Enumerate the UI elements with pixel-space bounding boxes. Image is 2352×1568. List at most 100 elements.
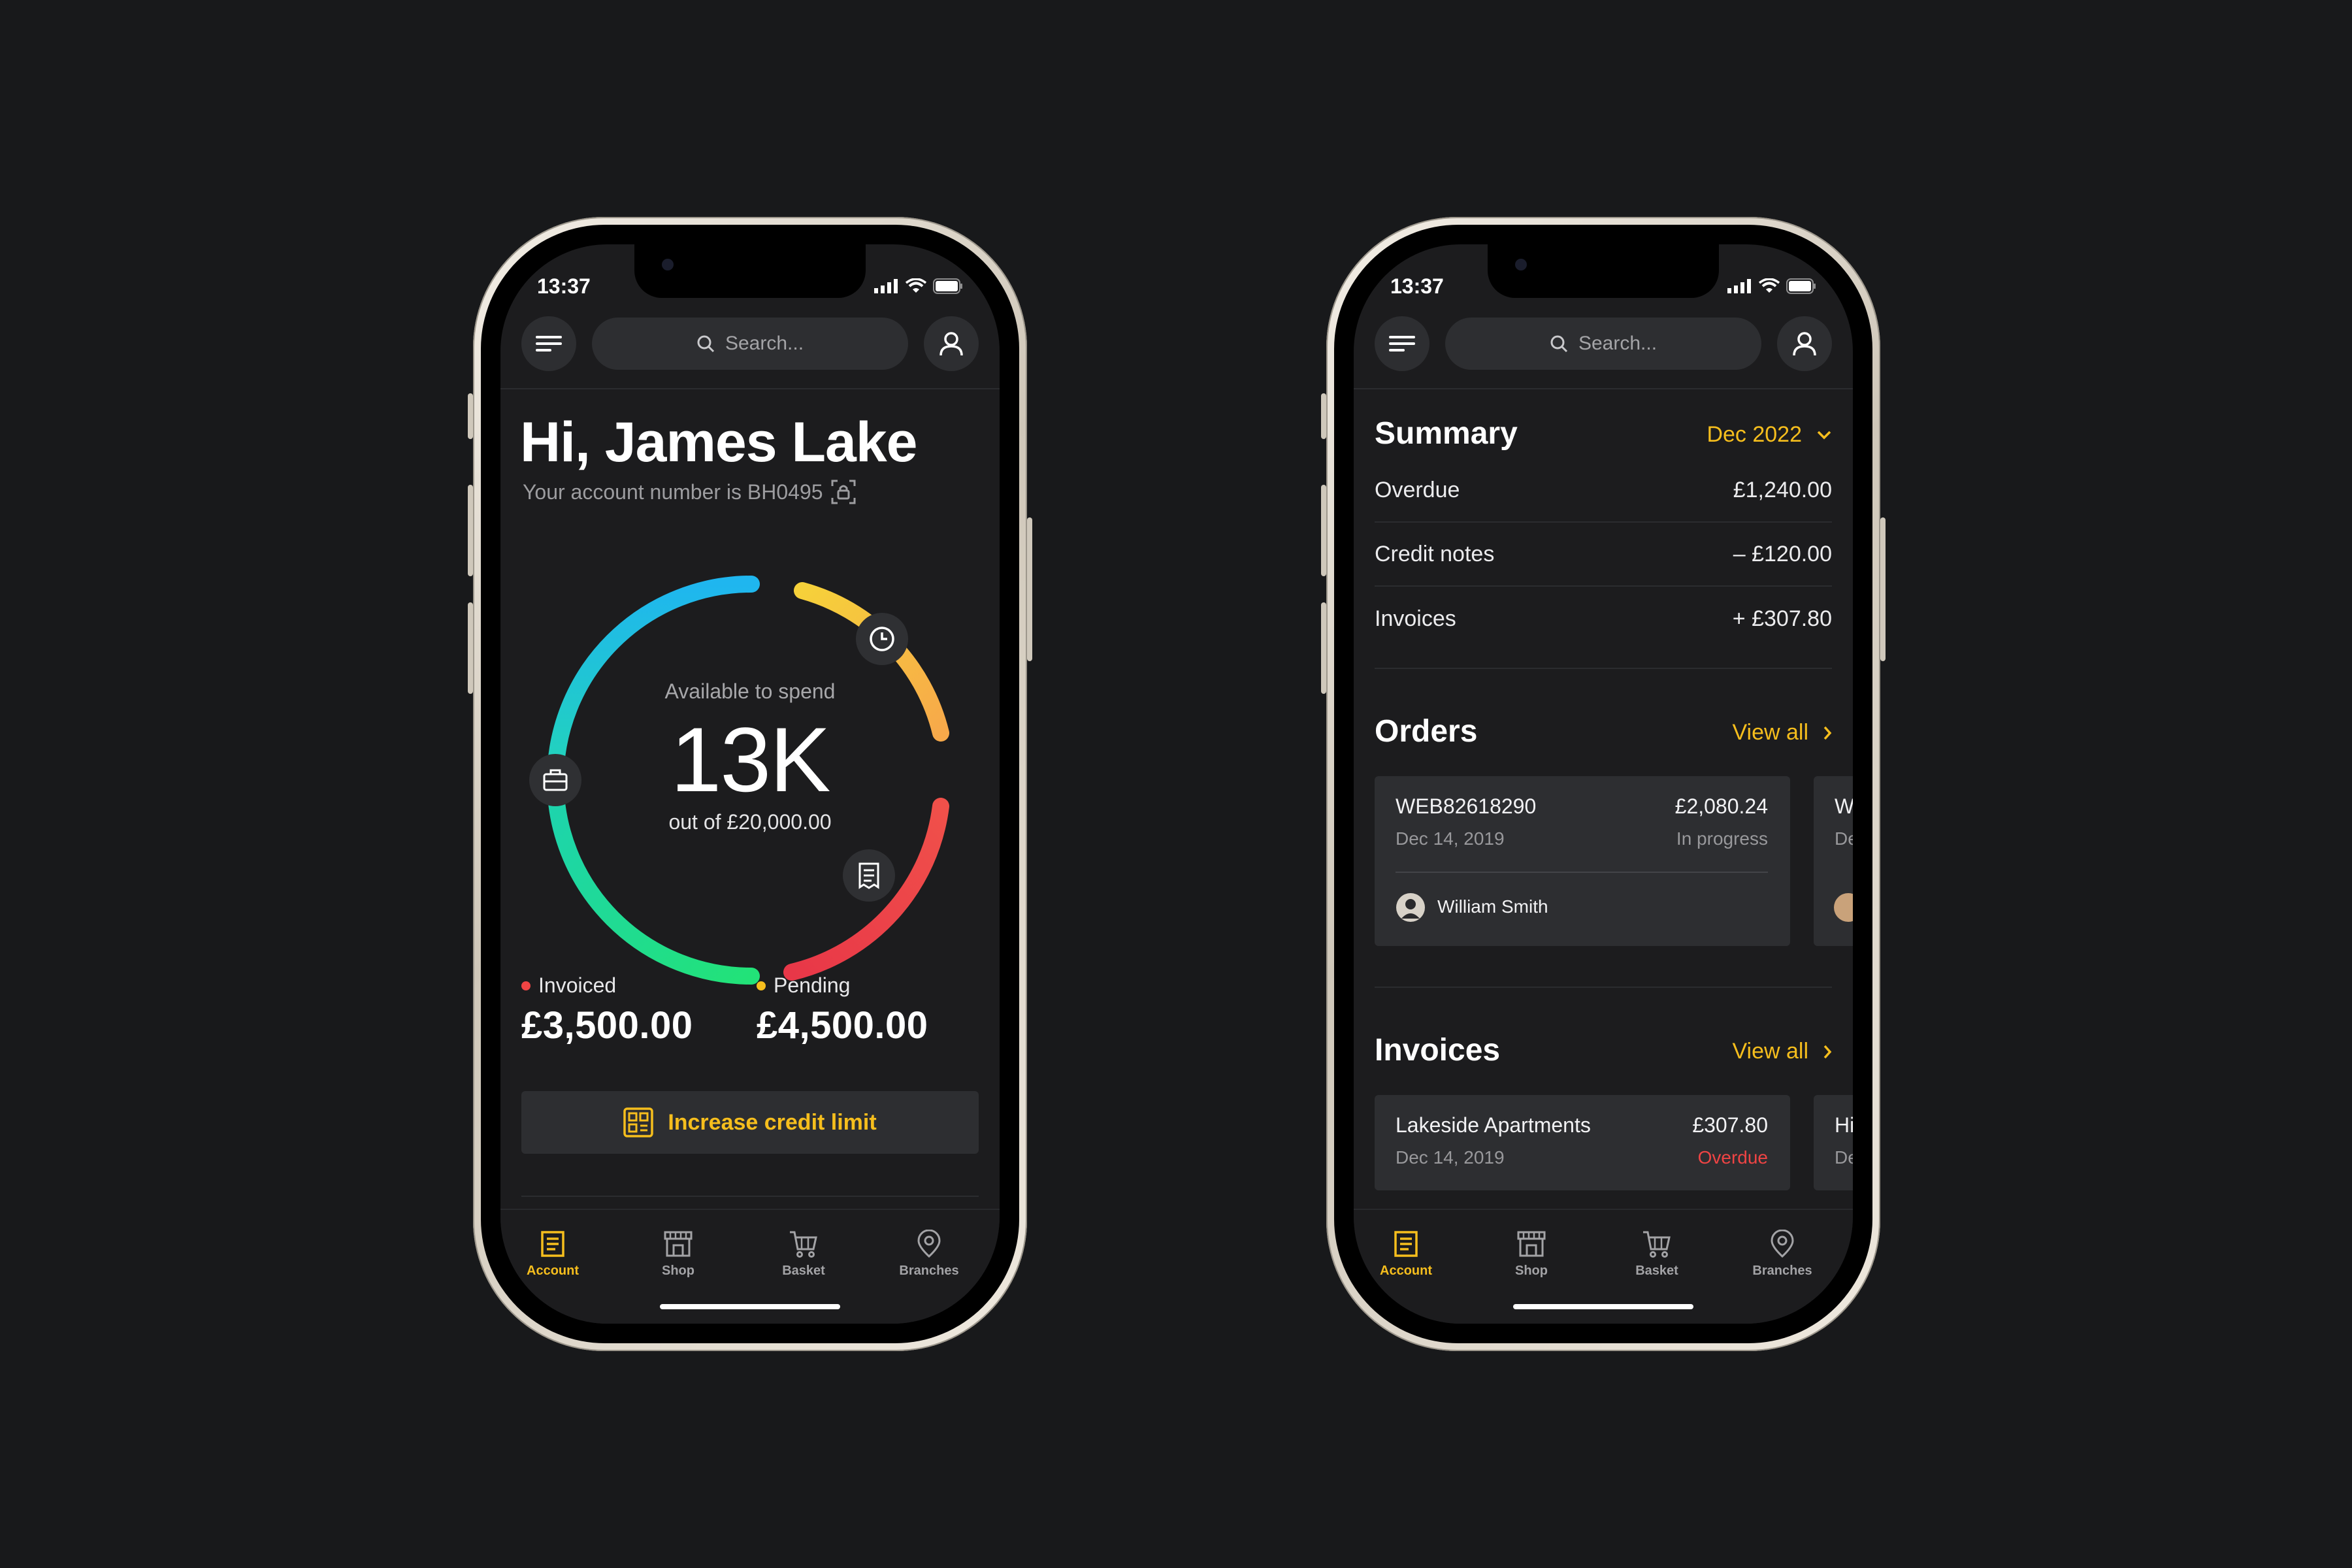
- profile-button[interactable]: [1777, 316, 1832, 371]
- top-bar: Search...: [1375, 316, 1832, 371]
- summary-row[interactable]: Invoices + £307.80: [1375, 587, 1832, 651]
- home-indicator: [660, 1304, 840, 1309]
- invoice-amount: £307.80: [1692, 1113, 1768, 1137]
- signal-icon: [874, 279, 898, 293]
- tab-branches[interactable]: Branches: [1723, 1230, 1841, 1279]
- menu-icon: [1389, 336, 1415, 351]
- summary-row-label: Overdue: [1375, 477, 1460, 502]
- pending-amount: £4,500.00: [757, 1004, 928, 1047]
- order-person: William Smith: [1437, 896, 1548, 917]
- orders-view-all[interactable]: View all: [1732, 720, 1832, 745]
- phone-bezel: 13:37 Search... Hi, James Lake Your acco…: [481, 225, 1019, 1343]
- invoices-view-all[interactable]: View all: [1732, 1039, 1832, 1064]
- invoice-card[interactable]: Lakeside Apartments Dec 14, 2019 £307.80…: [1375, 1095, 1790, 1190]
- account-icon: [1394, 1231, 1418, 1257]
- wifi-icon: [906, 278, 926, 293]
- tab-shop-label: Shop: [1515, 1264, 1548, 1278]
- shop-icon: [664, 1231, 693, 1257]
- copy-lock-icon[interactable]: [831, 480, 856, 504]
- search-placeholder: Search...: [725, 333, 804, 354]
- search-placeholder: Search...: [1578, 333, 1658, 354]
- increase-credit-button[interactable]: Increase credit limit: [521, 1091, 979, 1154]
- user-icon: [1793, 332, 1816, 356]
- profile-button[interactable]: [924, 316, 979, 371]
- peek-date: De: [1835, 1147, 1853, 1168]
- period-dropdown[interactable]: Dec 2022: [1707, 422, 1832, 448]
- phone-right: 13:37 Search... Summary Dec 2022 Overdue…: [1321, 217, 1886, 1351]
- summary-row-label: Invoices: [1375, 606, 1456, 631]
- phone-bezel: 13:37 Search... Summary Dec 2022 Overdue…: [1334, 225, 1872, 1343]
- account-icon: [541, 1231, 564, 1257]
- side-button: [1027, 517, 1032, 661]
- invoice-card-peek[interactable]: Hi De: [1814, 1095, 1853, 1190]
- tab-account-label: Account: [1380, 1264, 1432, 1278]
- summary-row[interactable]: Credit notes – £120.00: [1375, 523, 1832, 587]
- tab-basket[interactable]: Basket: [1598, 1230, 1716, 1279]
- account-number-text: Your account number is BH0495: [523, 480, 823, 504]
- tab-account[interactable]: Account: [500, 1230, 612, 1279]
- summary-row-label: Credit notes: [1375, 541, 1495, 566]
- receipt-badge: [843, 849, 895, 902]
- invoiced-dot: [521, 981, 531, 990]
- order-amount: £2,080.24: [1674, 794, 1768, 818]
- battery-icon: [933, 278, 962, 294]
- tab-basket-label: Basket: [1635, 1264, 1678, 1278]
- signal-icon: [1727, 279, 1751, 293]
- branches-icon: [917, 1230, 941, 1258]
- summary-row-value: £1,240.00: [1733, 477, 1832, 502]
- search-input[interactable]: Search...: [1445, 318, 1761, 370]
- user-icon: [939, 332, 963, 356]
- notch: [634, 244, 866, 298]
- invoices-view-all-label: View all: [1732, 1039, 1808, 1064]
- tab-shop[interactable]: Shop: [1473, 1230, 1590, 1279]
- pending-dot: [757, 981, 766, 990]
- pending-legend: Pending: [757, 973, 850, 998]
- summary-row-value: + £307.80: [1732, 606, 1832, 631]
- side-button: [468, 393, 473, 439]
- invoice-date: Dec 14, 2019: [1396, 1147, 1505, 1168]
- status-time: 13:37: [537, 274, 591, 298]
- menu-button[interactable]: [521, 316, 576, 371]
- side-button: [468, 485, 473, 576]
- shop-icon: [1517, 1231, 1546, 1257]
- invoiced-label: Invoiced: [538, 973, 617, 997]
- invoice-name: Lakeside Apartments: [1396, 1113, 1591, 1137]
- peek-date: De: [1835, 828, 1853, 849]
- tab-branches-label: Branches: [899, 1264, 959, 1278]
- divider: [1375, 987, 1832, 988]
- invoiced-amount: £3,500.00: [521, 1004, 693, 1047]
- tab-account[interactable]: Account: [1354, 1230, 1465, 1279]
- avatar: [1834, 893, 1853, 922]
- top-bar: Search...: [521, 316, 979, 371]
- status-time: 13:37: [1390, 274, 1444, 298]
- divider: [500, 388, 1000, 389]
- gauge-subtitle: out of £20,000.00: [668, 810, 832, 834]
- side-button: [1880, 517, 1886, 661]
- order-card[interactable]: WEB82618290 Dec 14, 2019 £2,080.24 In pr…: [1375, 776, 1790, 946]
- divider: [1354, 388, 1853, 389]
- menu-button[interactable]: [1375, 316, 1429, 371]
- order-card-peek[interactable]: W De: [1814, 776, 1853, 946]
- home-indicator: [1513, 1304, 1693, 1309]
- search-input[interactable]: Search...: [592, 318, 908, 370]
- branches-icon: [1771, 1230, 1794, 1258]
- invoices-title: Invoices: [1375, 1033, 1501, 1068]
- tab-branches[interactable]: Branches: [870, 1230, 988, 1279]
- chevron-right-icon: [1823, 726, 1832, 740]
- tab-shop-label: Shop: [662, 1264, 694, 1278]
- gauge-label: Available to spend: [664, 679, 836, 703]
- gauge-value: 13K: [670, 708, 830, 811]
- wifi-icon: [1759, 278, 1780, 293]
- menu-icon: [536, 336, 562, 351]
- orders-view-all-label: View all: [1732, 720, 1808, 745]
- order-id: WEB82618290: [1396, 794, 1537, 818]
- divider: [1396, 872, 1768, 873]
- tab-basket[interactable]: Basket: [745, 1230, 862, 1279]
- summary-row[interactable]: Overdue £1,240.00: [1375, 459, 1832, 523]
- increase-credit-label: Increase credit limit: [668, 1109, 877, 1135]
- pending-label: Pending: [774, 973, 851, 997]
- tab-shop[interactable]: Shop: [619, 1230, 737, 1279]
- tab-bar: Account Shop Basket Branches: [1354, 1209, 1853, 1324]
- search-icon: [697, 335, 715, 353]
- summary-row-value: – £120.00: [1733, 541, 1832, 566]
